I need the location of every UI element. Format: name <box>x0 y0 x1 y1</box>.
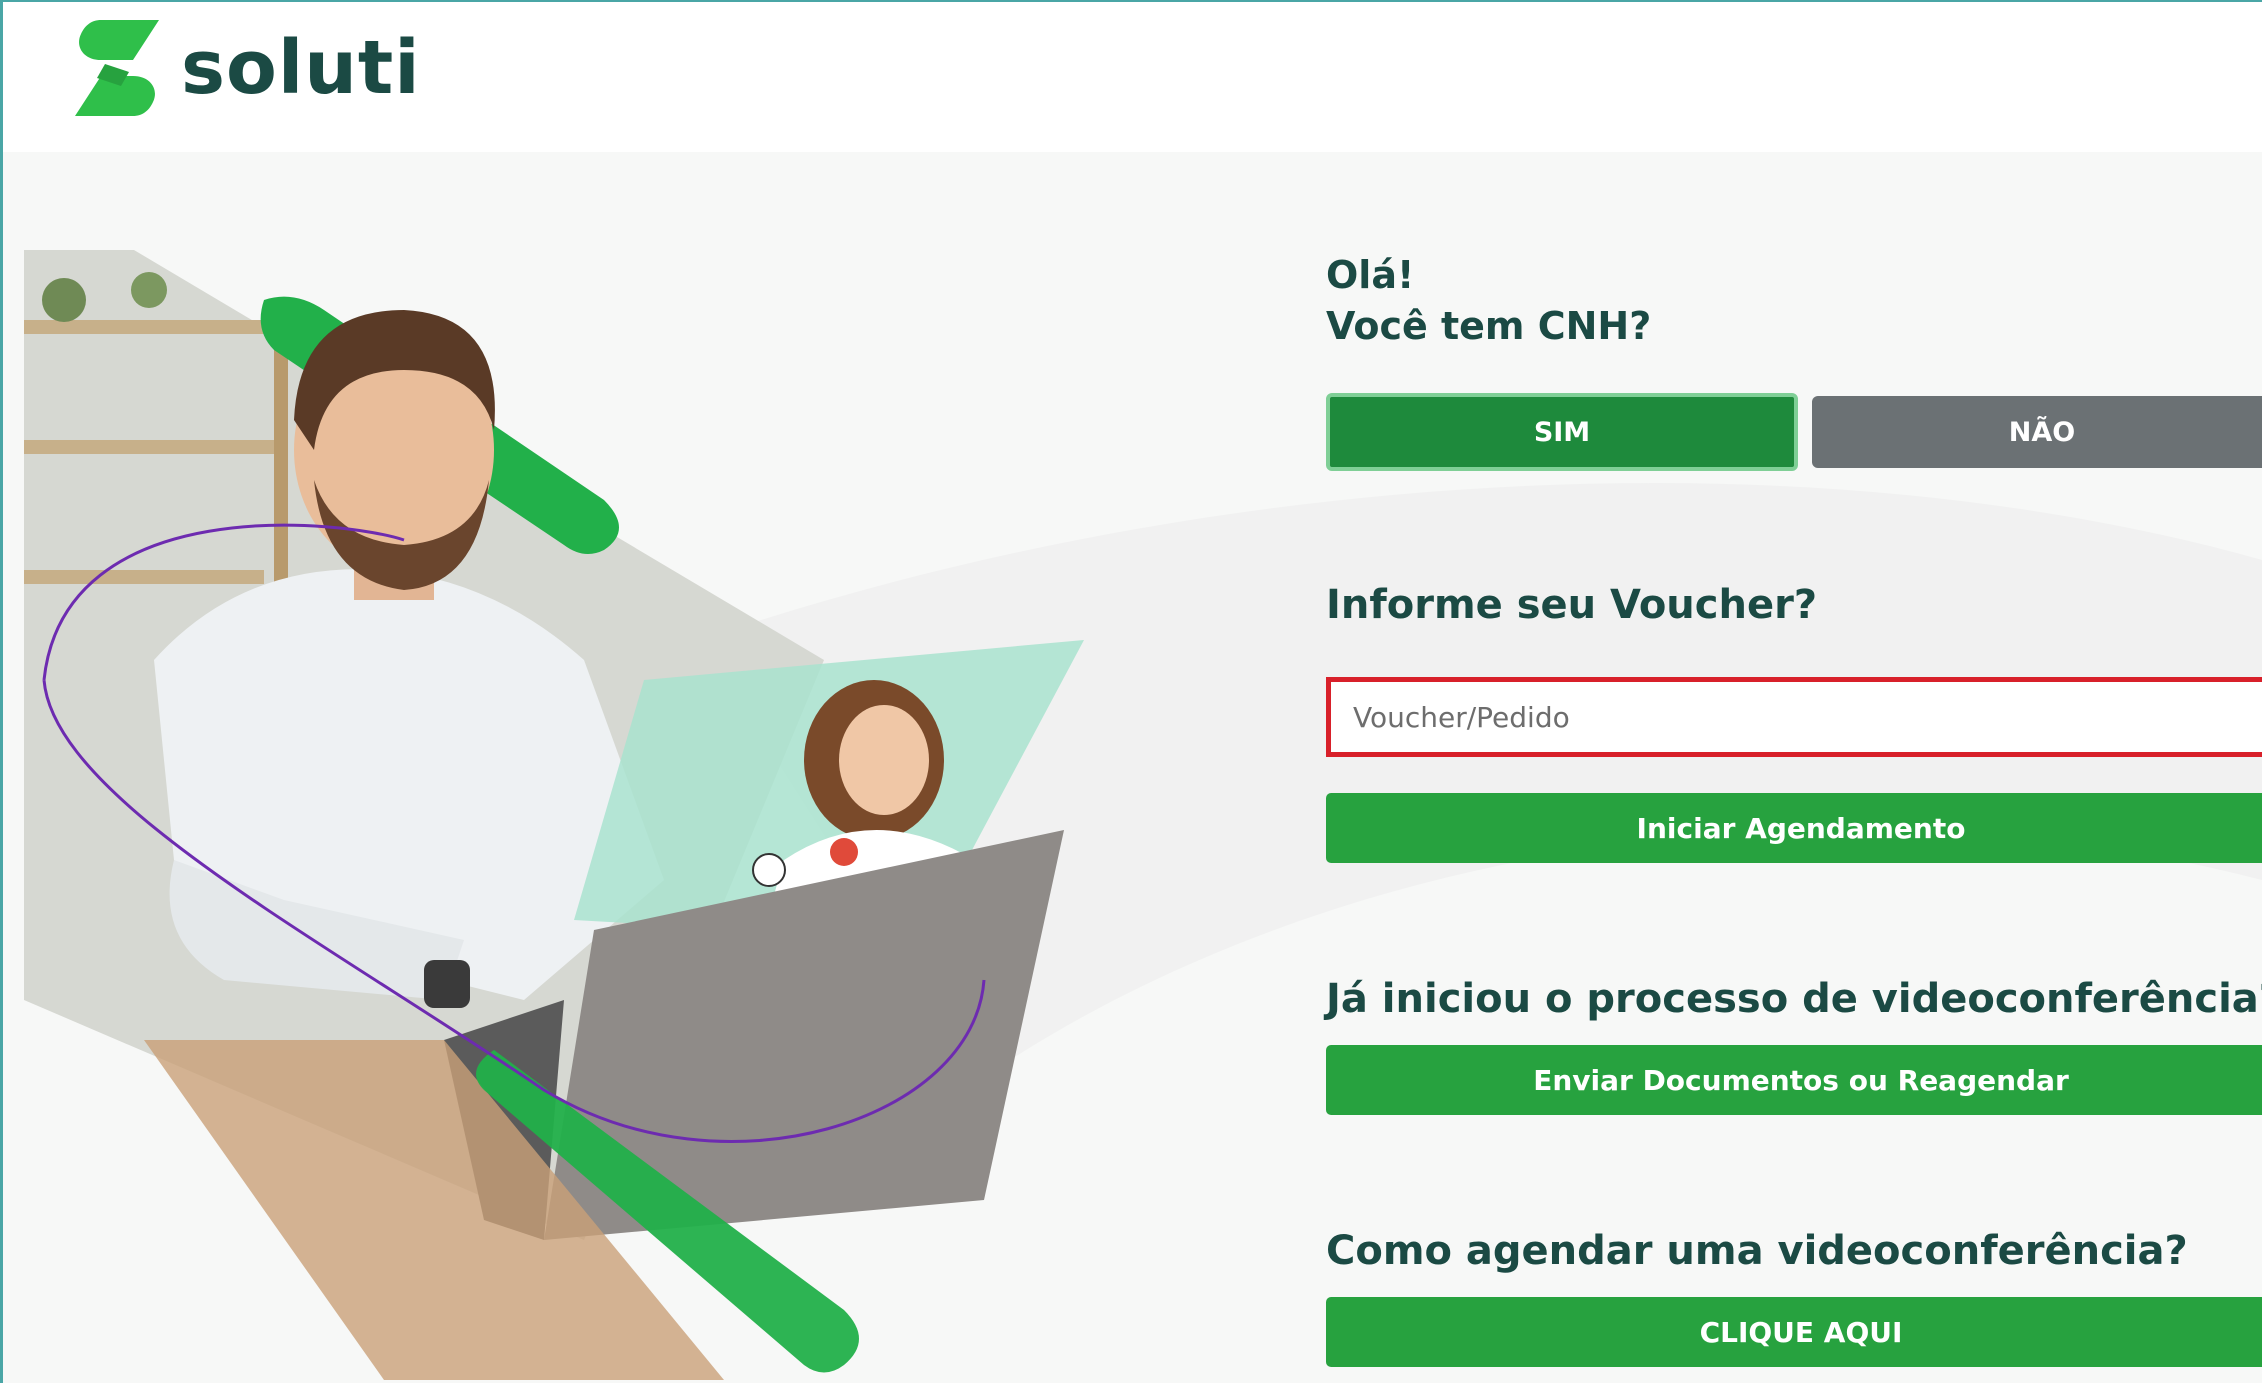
videoconference-title: Já iniciou o processo de videoconferênci… <box>1326 976 2262 1022</box>
howto-title: Como agendar uma videoconferência? <box>1326 1228 2188 1274</box>
voucher-input[interactable] <box>1326 677 2262 757</box>
greeting-line-1: Olá! <box>1326 253 1415 297</box>
main-panel: Olá! Você tem CNH? SIM NÃO Informe seu V… <box>1326 0 2262 1383</box>
voucher-title: Informe seu Voucher? <box>1326 582 1818 628</box>
cnh-nao-button[interactable]: NÃO <box>1812 396 2262 468</box>
greeting: Olá! Você tem CNH? <box>1326 250 1651 352</box>
soluti-s-logo-icon <box>75 20 159 116</box>
brand-name: soluti <box>181 25 421 111</box>
clique-aqui-button[interactable]: CLIQUE AQUI <box>1326 1297 2262 1367</box>
hero-illustration <box>24 250 1084 1380</box>
enviar-documentos-button[interactable]: Enviar Documentos ou Reagendar <box>1326 1045 2262 1115</box>
iniciar-agendamento-button[interactable]: Iniciar Agendamento <box>1326 793 2262 863</box>
greeting-question: Você tem CNH? <box>1326 304 1652 348</box>
wristwatch <box>424 960 470 1008</box>
logo[interactable]: soluti <box>71 16 421 120</box>
cnh-sim-button[interactable]: SIM <box>1326 393 1798 471</box>
